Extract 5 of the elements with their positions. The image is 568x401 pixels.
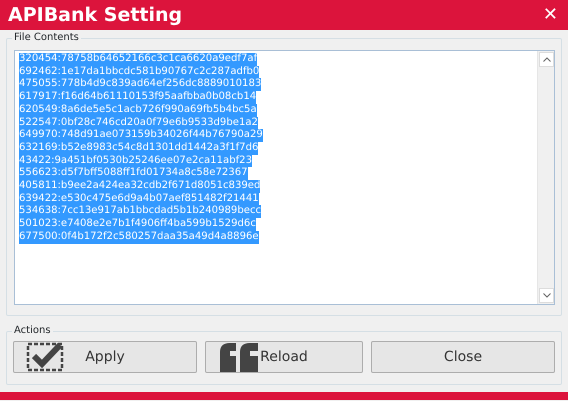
window-title: APIBank Setting	[8, 2, 182, 28]
close-button[interactable]: Close	[371, 341, 555, 373]
reload-button[interactable]: Reload	[205, 341, 363, 373]
close-button[interactable]: ✕	[532, 6, 568, 24]
apply-button[interactable]: Apply	[13, 341, 197, 373]
